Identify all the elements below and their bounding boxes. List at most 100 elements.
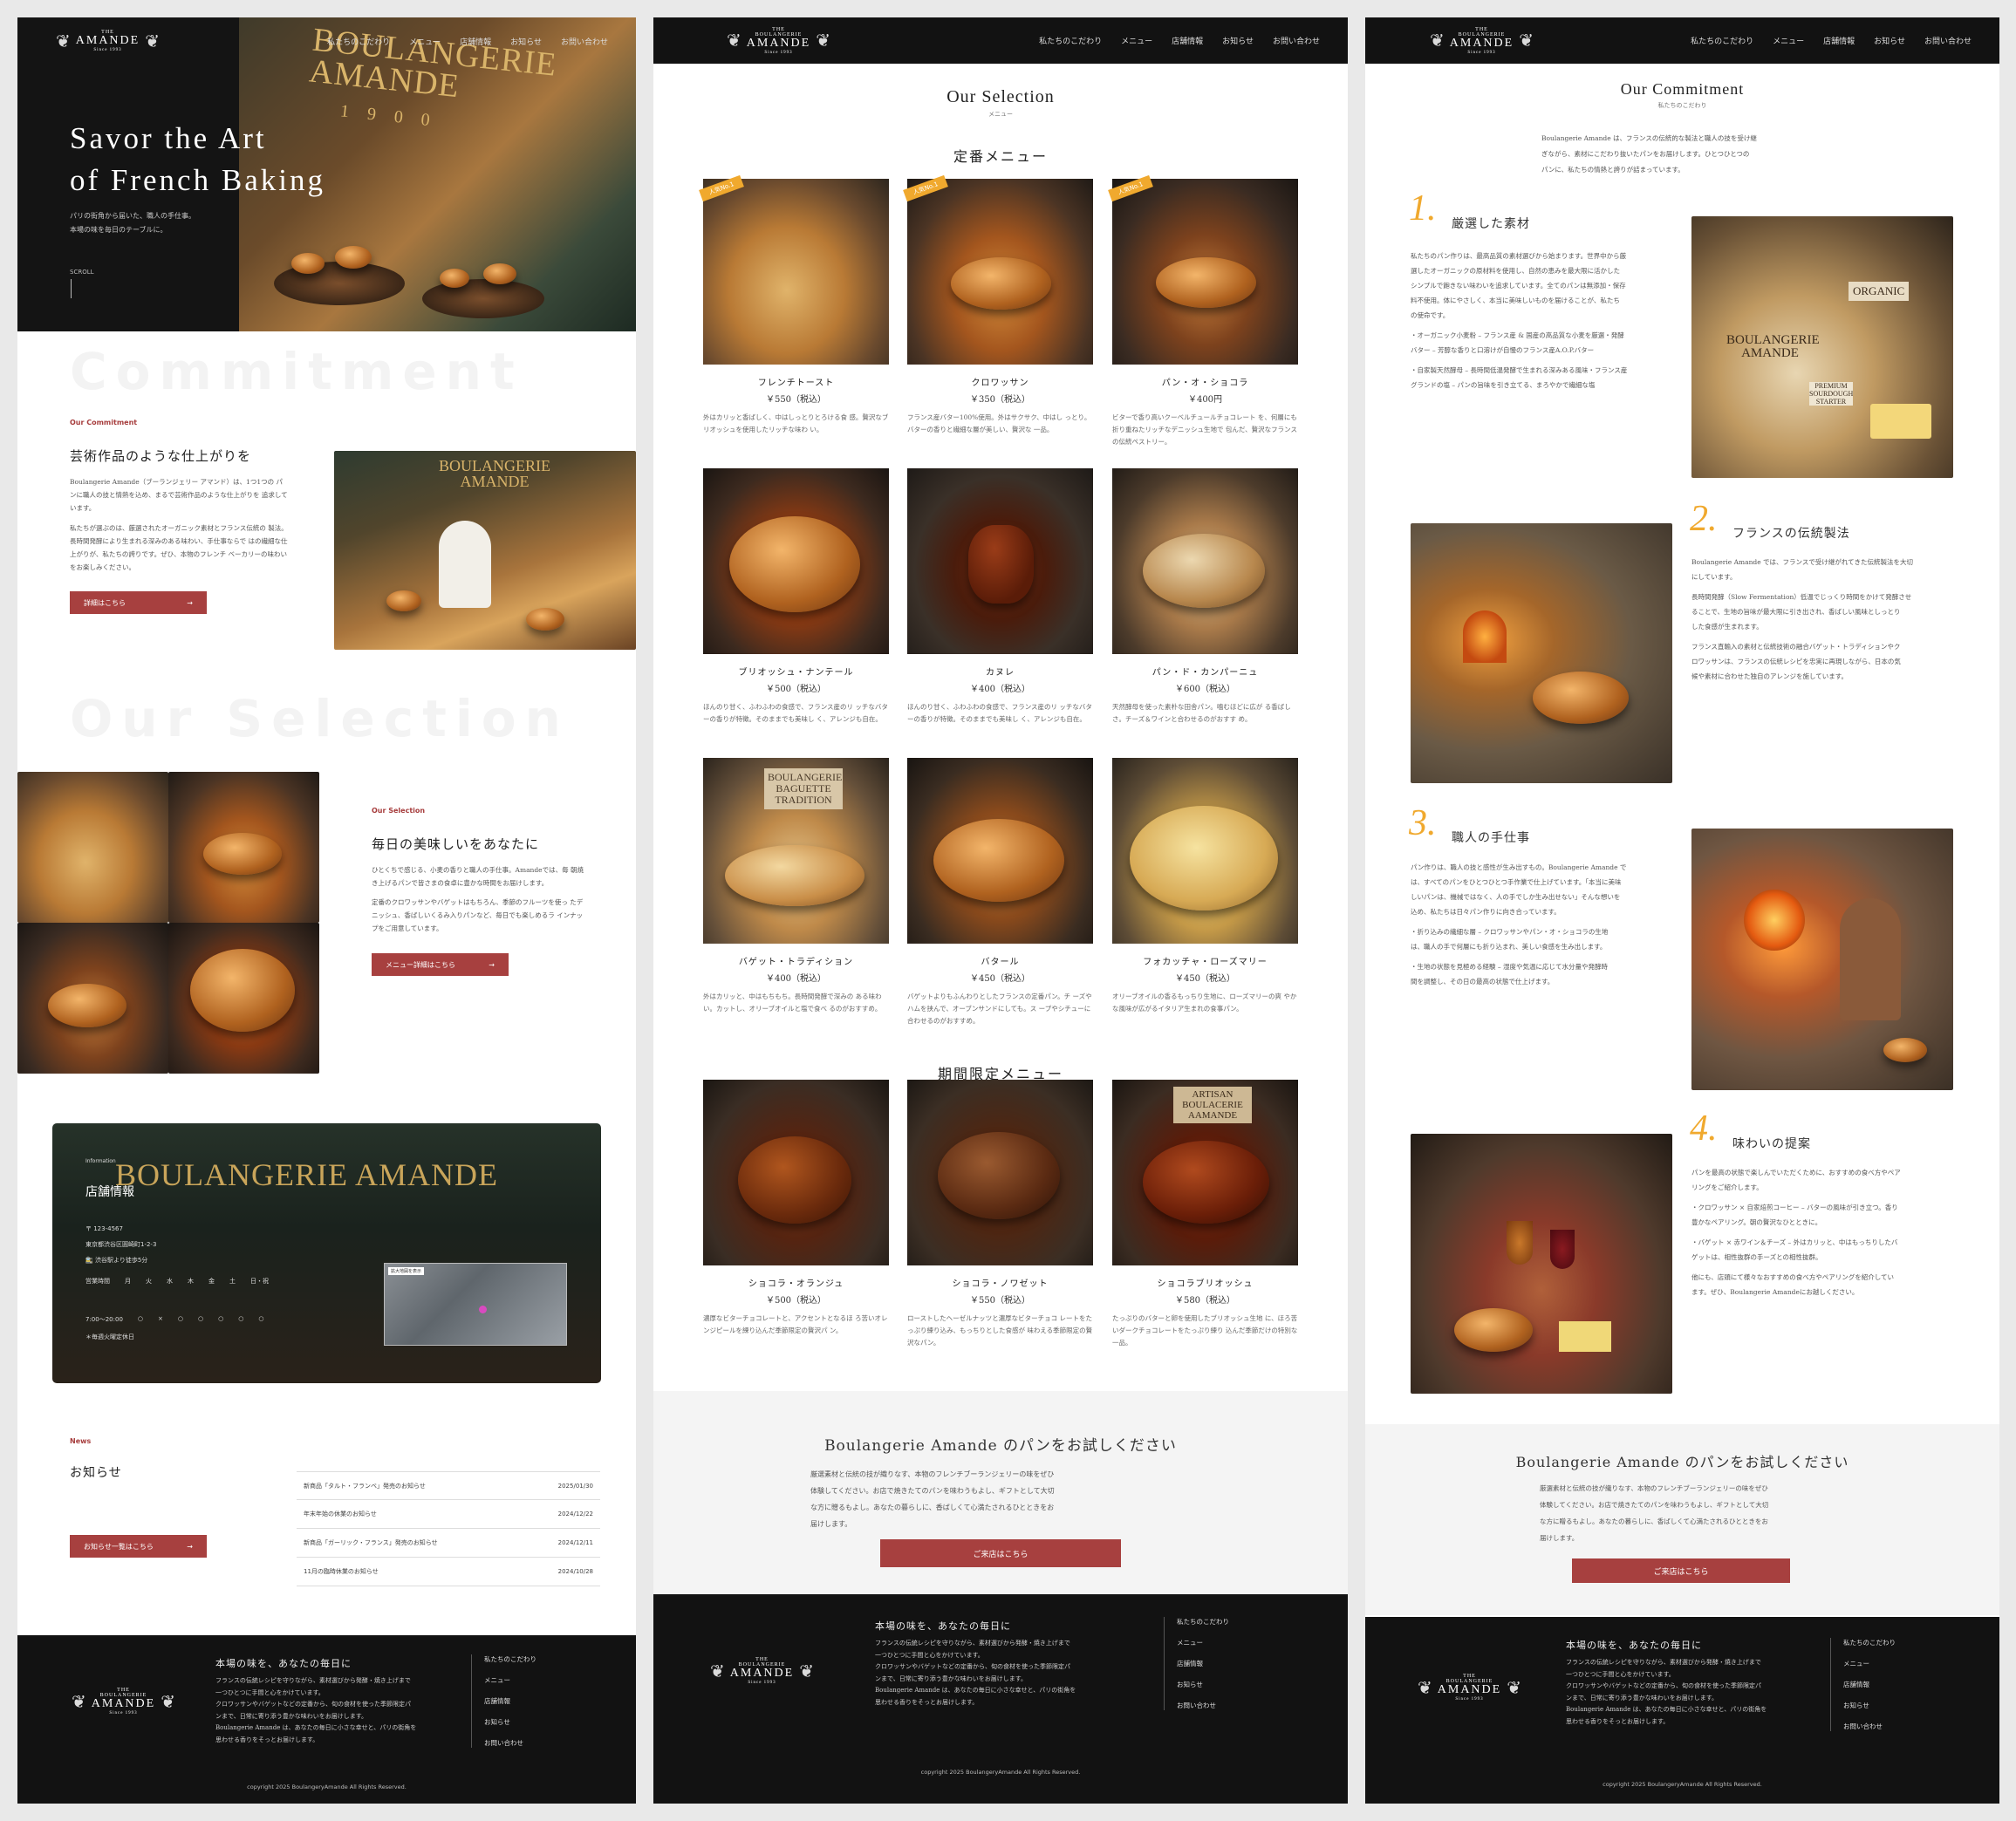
footer: ❦ THE BOULANGERIE AMANDE Since 1993 ❦ 本場の味を、あ…	[1365, 1617, 1999, 1804]
nav-link-store[interactable]: 店舗情報	[460, 36, 491, 47]
nav-link-menu[interactable]: メニュー	[1121, 35, 1152, 46]
footer-link[interactable]: 私たちのこだわり	[1843, 1638, 1896, 1647]
news-list-button[interactable]: お知らせ一覧はこちら →	[70, 1535, 207, 1558]
footer-link[interactable]: 店舗情報	[1843, 1680, 1896, 1689]
nav-link-contact[interactable]: お問い合わせ	[1924, 35, 1972, 46]
info-closed-day: ＊毎週火曜定休日	[85, 1333, 134, 1340]
organic-label: ORGANIC	[1849, 282, 1910, 301]
popular-badge: 人気No.1	[699, 174, 744, 202]
map-enlarge-link[interactable]: 拡大地図を表示	[388, 1267, 425, 1275]
footer-body: フランスの伝統レシピを守りながら、素材選びから発酵・焼き上げまで 一つひとつに手間…	[875, 1640, 1076, 1706]
news-row[interactable]: 新商品「ガーリック・フランス」発売のお知らせ 2024/12/11	[297, 1529, 600, 1558]
selection-eyebrow: Our Selection	[372, 807, 426, 815]
brand-logo[interactable]: ❦ THE AMANDE Since 1993 ❦	[56, 30, 160, 52]
sack-label: BOULANGERIE AMANDE	[1726, 333, 1820, 360]
nav-link-news[interactable]: お知らせ	[510, 36, 542, 47]
menu-card[interactable]: 人気No.1 クロワッサン ￥350（税込） フランス産バター100%使用。外はサクサ…	[903, 174, 1093, 436]
laurel-right-icon: ❦	[1507, 1678, 1521, 1698]
footer-link[interactable]: お問い合わせ	[1177, 1701, 1229, 1710]
footer-link[interactable]: 店舗情報	[1177, 1659, 1229, 1668]
footer-link[interactable]: 店舗情報	[484, 1696, 536, 1706]
info-address: 東京都渋谷区圓崎町1-2-3	[85, 1241, 157, 1248]
footer-logo[interactable]: ❦ THE BOULANGERIE AMANDE Since 1993 ❦	[1418, 1674, 1521, 1702]
menu-detail-button[interactable]: メニュー詳細はこちら →	[372, 953, 509, 976]
footer-link[interactable]: お知らせ	[1843, 1701, 1896, 1710]
menu-card[interactable]: ショコラ・ノワゼット ￥550（税込） ローストしたヘーゼルナッツと濃厚なビターチョ…	[907, 1080, 1093, 1349]
home-page: BOULANGERIE AMANDE 1 9 0 0 ❦ THE AMANDE Sinc…	[17, 17, 636, 1804]
menu-card[interactable]: 人気No.1 フレンチトースト ￥550（税込） 外はカリッと香ばしく、中はしっとりと…	[699, 174, 889, 436]
menu-card[interactable]: バタール ￥450（税込） バゲットよりもふんわりとしたフランスの定番パン。チ ーズ…	[907, 758, 1093, 1027]
commitment-body-1: Boulangerie Amande（ブーランジェリー アマンド）は、1つ1つの…	[70, 478, 288, 512]
menu-card[interactable]: ブリオッシュ・ナンテール ￥500（税込） ほんのり甘く、ふわふわの食感で、フランス…	[703, 468, 889, 726]
arrow-right-icon: →	[187, 1542, 193, 1551]
menu-card[interactable]: ARTISAN BOULACERIE AAMANDE ショコラブリオッシュ ￥580…	[1112, 1080, 1298, 1349]
nav-link-store[interactable]: 店舗情報	[1823, 35, 1855, 46]
laurel-left-icon: ❦	[1418, 1678, 1432, 1698]
brand-logo[interactable]: ❦ THE BOULANGERIE AMANDE Since 1993 ❦	[727, 27, 830, 55]
cta-section: Boulangerie Amande のパンをお試しください 厳選素材と伝統の技…	[653, 1391, 1348, 1594]
brand-logo[interactable]: ❦ THE BOULANGERIE AMANDE Since 1993 ❦	[1430, 27, 1534, 55]
footer-link[interactable]: メニュー	[1843, 1659, 1896, 1668]
footer-links: 私たちのこだわり メニュー店舗情報お知らせお問い合わせ	[1164, 1617, 1229, 1710]
oven-fire	[1744, 890, 1805, 951]
menu-page: ❦ THE BOULANGERIE AMANDE Since 1993 ❦ 私たちのこ…	[653, 17, 1348, 1804]
baker-figure	[439, 521, 491, 608]
cta-title: Boulangerie Amande のパンをお試しください	[824, 1437, 1177, 1455]
popular-badge: 人気No.1	[1108, 174, 1153, 202]
menu-card-photo	[907, 1080, 1093, 1265]
footer-link[interactable]: お問い合わせ	[484, 1738, 536, 1748]
commitment-detail-button[interactable]: 詳細はこちら →	[70, 591, 207, 614]
footer-link[interactable]: メニュー	[1177, 1638, 1229, 1647]
artisan-sign: ARTISAN BOULACERIE AAMANDE	[1173, 1087, 1252, 1123]
store-map[interactable]: 拡大地図を表示	[384, 1263, 567, 1346]
menu-card[interactable]: ショコラ・オランジュ ￥500（税込） 濃厚なビターチョコレートと、アクセントとなる…	[703, 1080, 889, 1337]
footer-link[interactable]: 私たちのこだわり	[1177, 1617, 1229, 1627]
menu-card-photo	[907, 758, 1093, 944]
laurel-right-icon: ❦	[1519, 31, 1534, 51]
news-row[interactable]: 11月の臨時休業のお知らせ 2024/10/28	[297, 1558, 600, 1586]
nav-link-contact[interactable]: お問い合わせ	[561, 36, 608, 47]
visit-store-button[interactable]: ご来店はこちら	[880, 1539, 1121, 1567]
selection-body-2: 定番のクロワッサンやバゲットはもちろん、季節のフルーツを使っ たデニッシュ、香ば…	[372, 898, 584, 932]
menu-card[interactable]: BOULANGERIE BAGUETTE TRADITION バゲット・トラディシ…	[703, 758, 889, 1015]
visit-store-button[interactable]: ご来店はこちら	[1572, 1558, 1790, 1583]
footer-link[interactable]: 私たちのこだわり	[484, 1654, 536, 1664]
news-row[interactable]: 新商品「タルト・フランベ」発売のお知らせ 2025/01/30	[297, 1471, 600, 1500]
menu-card[interactable]: パン・ド・カンパーニュ ￥600（税込） 天然酵母を使った素朴な田舎パン。噛むほどに…	[1112, 468, 1298, 726]
menu-card-photo: 人気No.1	[699, 174, 889, 365]
baker-photo	[1691, 829, 1953, 1090]
wine-glass	[1507, 1221, 1533, 1265]
nav-link-commitment[interactable]: 私たちのこだわり	[1691, 35, 1753, 46]
store-sign: BOULANGERIE AMANDE	[115, 1157, 498, 1192]
nav-link-news[interactable]: お知らせ	[1874, 35, 1905, 46]
menu-card[interactable]: 人気No.1 パン・オ・ショコラ ￥400円 ビターで香り高いクーベルチュールチョコレ…	[1108, 174, 1298, 448]
commitment-item-body: Boulangerie Amande では、フランスで受け継がれてきた伝統製法を…	[1691, 558, 1913, 680]
laurel-left-icon: ❦	[56, 31, 71, 51]
footer-link[interactable]: メニュー	[484, 1675, 536, 1685]
menu-card[interactable]: カヌレ ￥400（税込） ほんのり甘く、ふわふわの食感で、フランス産のリ ッチなバタ…	[907, 468, 1093, 726]
cta-body: 厳選素材と伝統の技が織りなす、本物のフレンチブーランジェリーの味をぜひ 体験してく…	[810, 1470, 1055, 1528]
nav-link-contact[interactable]: お問い合わせ	[1273, 35, 1320, 46]
nav-link-menu[interactable]: メニュー	[1773, 35, 1804, 46]
footer-logo[interactable]: ❦ THE BOULANGERIE AMANDE Since 1993 ❦	[710, 1657, 814, 1685]
footer-title: 本場の味を、あなたの毎日に	[875, 1620, 1011, 1632]
news-row[interactable]: 年末年始の休業のお知らせ 2024/12/22	[297, 1500, 600, 1529]
laurel-left-icon: ❦	[1430, 31, 1445, 51]
menu-card[interactable]: フォカッチャ・ローズマリー ￥450（税込） オリーブオイルの香るもっちり生地に、ロ…	[1112, 758, 1298, 1015]
menu-card-photo	[703, 1080, 889, 1265]
nav-link-commitment[interactable]: 私たちのこだわり	[1039, 35, 1102, 46]
cheese	[1559, 1321, 1611, 1352]
wine-glass	[1550, 1230, 1575, 1269]
footer-link[interactable]: お知らせ	[1177, 1680, 1229, 1689]
nav-link-menu[interactable]: メニュー	[409, 36, 441, 47]
baguette-sign: BOULANGERIE BAGUETTE TRADITION	[764, 768, 843, 809]
footer-logo[interactable]: ❦ THE BOULANGERIE AMANDE Since 1993 ❦	[72, 1688, 175, 1715]
footer-link[interactable]: お知らせ	[484, 1717, 536, 1727]
footer-link[interactable]: お問い合わせ	[1843, 1722, 1896, 1731]
scroll-indicator[interactable]: SCROLL	[70, 269, 94, 276]
nav-link-commitment[interactable]: 私たちのこだわり	[327, 36, 390, 47]
nav-link-news[interactable]: お知らせ	[1222, 35, 1254, 46]
cta-section: Boulangerie Amande のパンをお試しください 厳選素材と伝統の技…	[1365, 1424, 1999, 1615]
nav-link-store[interactable]: 店舗情報	[1172, 35, 1203, 46]
selection-body-1: ひとくちで感じる、小麦の香りと職人の手仕事。Amandeでは、毎 朝焼き上げるパ…	[372, 866, 584, 887]
